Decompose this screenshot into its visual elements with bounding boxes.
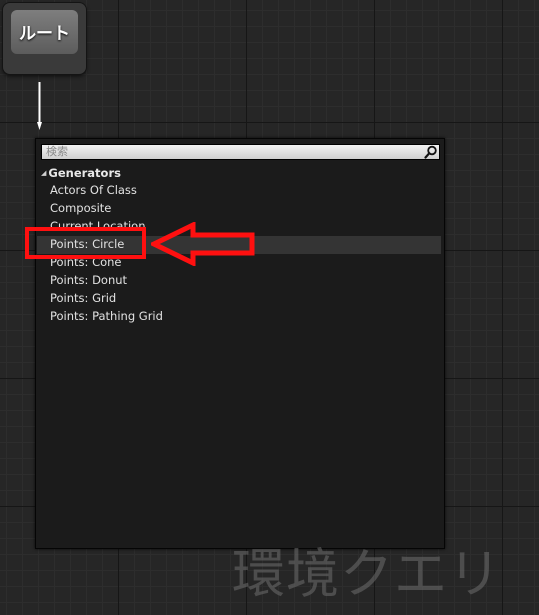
category-generators[interactable]: ◢ Generators <box>41 165 121 181</box>
triangle-down-right-icon: ◢ <box>41 168 47 177</box>
magnifier-icon[interactable] <box>424 145 438 159</box>
search-box[interactable] <box>41 144 440 160</box>
root-node-pill: ルート <box>11 10 78 54</box>
menu-item-points-grid[interactable]: Points: Grid <box>50 289 116 307</box>
left-arrow-icon <box>151 222 255 266</box>
category-label: Generators <box>48 166 121 180</box>
watermark-text: 環境クエリ <box>232 544 502 605</box>
down-arrow-icon <box>37 82 42 130</box>
menu-item-points-donut[interactable]: Points: Donut <box>50 271 127 289</box>
menu-item-composite[interactable]: Composite <box>50 199 111 217</box>
root-node[interactable]: ルート <box>3 3 86 74</box>
menu-item-points-pathing-grid[interactable]: Points: Pathing Grid <box>50 307 163 325</box>
context-menu: ◢Generators Actors Of Class Composite Cu… <box>35 138 445 549</box>
root-node-label: ルート <box>19 24 70 44</box>
menu-item-actors-of-class[interactable]: Actors Of Class <box>50 181 137 199</box>
highlight-callout-box <box>25 227 146 259</box>
search-input[interactable] <box>42 145 421 159</box>
